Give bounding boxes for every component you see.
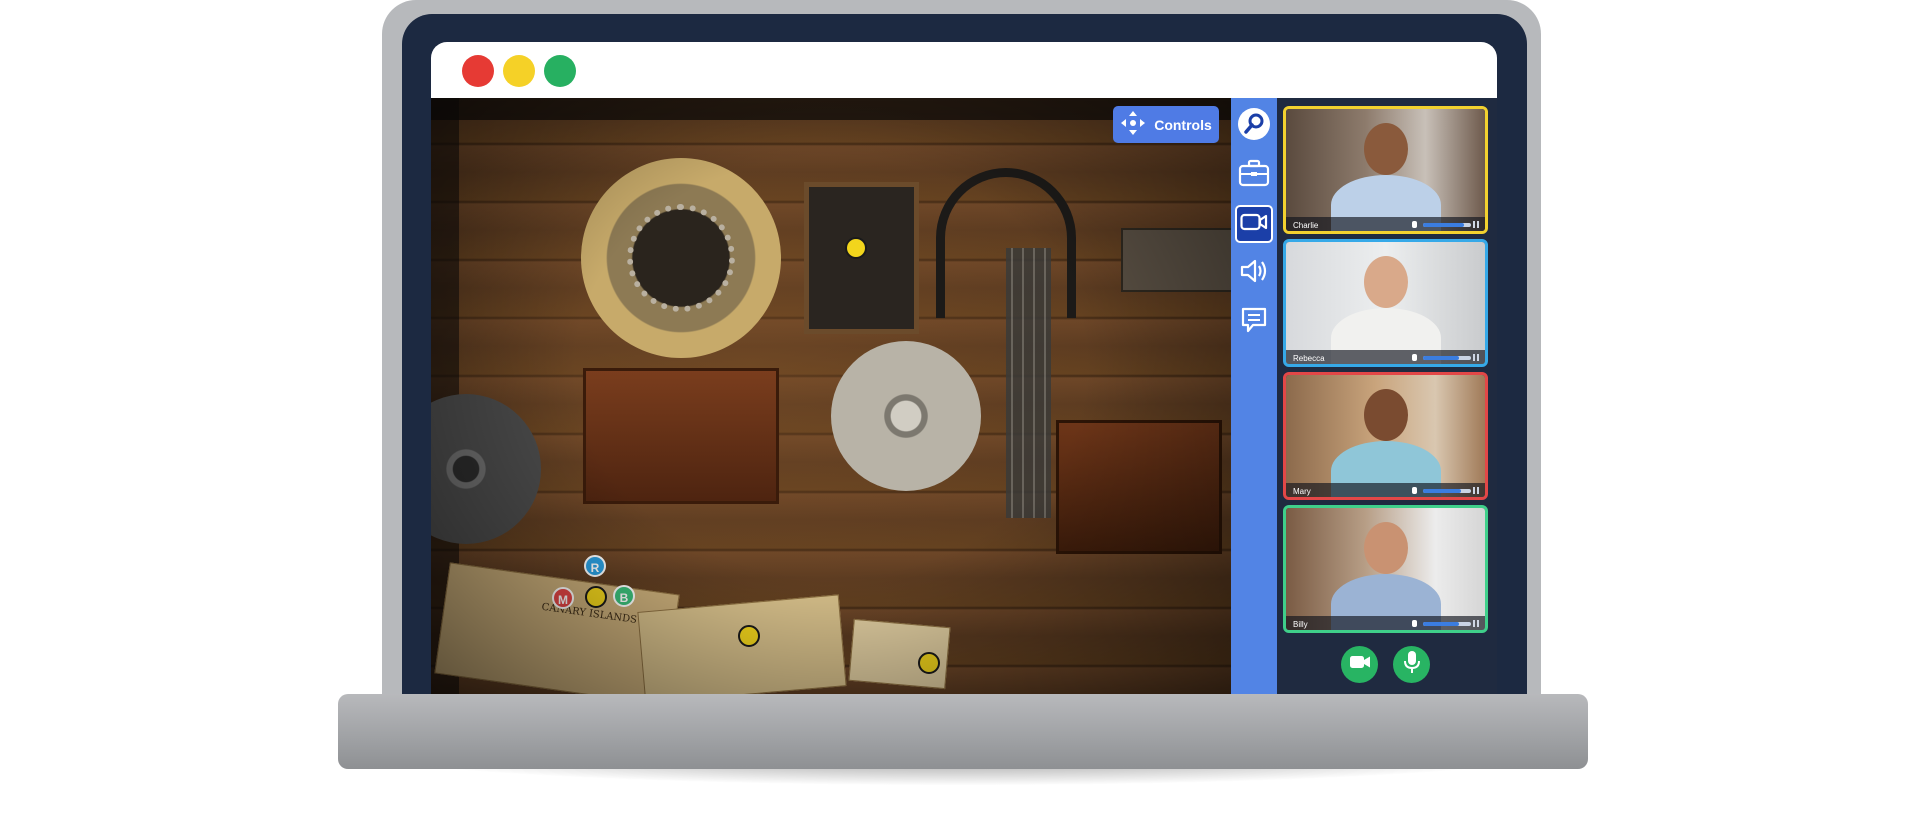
microphone-icon [1412,487,1417,494]
volume-meter [1423,223,1471,227]
headphones-illustration [936,168,1076,318]
reel-center-illustration [831,341,981,491]
participant-face [1363,522,1408,574]
metal-plate-illustration [1121,228,1231,292]
participant-face [1363,123,1408,175]
controls-label: Controls [1154,116,1212,133]
map-title: CANARY ISLANDS [540,601,638,626]
player-marker-r: R [584,555,606,577]
wooden-box-illustration [583,368,779,504]
rotary-dial-illustration [581,158,781,358]
participant-name: Mary [1293,487,1311,496]
wooden-drawer-illustration [1056,420,1222,554]
window-maximize-button[interactable] [544,55,576,87]
controls-button[interactable]: Controls [1113,106,1219,143]
participant-name: Rebecca [1293,354,1325,363]
window-close-button[interactable] [462,55,494,87]
hotspot-island-map[interactable] [738,625,760,647]
speaker-icon [1239,258,1269,289]
participant-tile-charlie[interactable]: Charlie [1283,106,1488,234]
microphone-icon [1412,620,1417,627]
volume-meter [1423,489,1471,493]
participant-face [1363,256,1408,308]
participant-face [1363,389,1408,441]
chat-icon [1240,306,1268,339]
video-camera-icon [1349,654,1371,675]
window-minimize-button[interactable] [503,55,535,87]
hotspot-note[interactable] [918,652,940,674]
hotspot-telegraph[interactable] [845,237,867,259]
volume-meter [1423,356,1471,360]
volume-meter [1423,622,1471,626]
toggle-microphone-button[interactable] [1393,646,1430,683]
participant-tile-mary[interactable]: Mary [1283,372,1488,500]
signal-icon [1473,221,1479,228]
laptop-base [338,694,1588,769]
telegraph-box-illustration [804,182,919,334]
game-scene[interactable]: CANARY ISLANDS R M B [431,98,1231,694]
map-paper [434,562,680,694]
scene-shadow-top [431,98,1231,120]
note-paper [848,618,951,690]
sound-button[interactable] [1235,254,1273,292]
microphone-icon [1412,354,1417,361]
signal-icon [1473,354,1479,361]
participant-tile-billy[interactable]: Billy [1283,505,1488,633]
participant-name: Charlie [1293,221,1319,230]
toggle-camera-button[interactable] [1341,646,1378,683]
reel-left-illustration [431,394,541,544]
inventory-button[interactable] [1235,156,1273,194]
search-button[interactable] [1235,107,1273,145]
video-button[interactable] [1235,205,1273,243]
scene-shadow-left [431,98,459,694]
hotspot-map[interactable] [585,586,607,608]
signal-icon [1473,487,1479,494]
signal-icon [1473,620,1479,627]
player-marker-b: B [613,585,635,607]
move-arrows-icon [1120,110,1146,139]
microphone-icon [1412,221,1417,228]
search-icon [1237,107,1271,146]
participant-name: Billy [1293,620,1308,629]
chat-button[interactable] [1235,303,1273,341]
island-map-paper [637,594,847,694]
briefcase-icon [1238,159,1270,192]
participant-tile-rebecca[interactable]: Rebecca [1283,239,1488,367]
pipes-illustration [1006,248,1051,518]
microphone-icon [1403,650,1421,679]
rotary-dial-holes [627,204,735,312]
video-camera-icon [1240,212,1268,237]
player-marker-m: M [552,587,574,609]
